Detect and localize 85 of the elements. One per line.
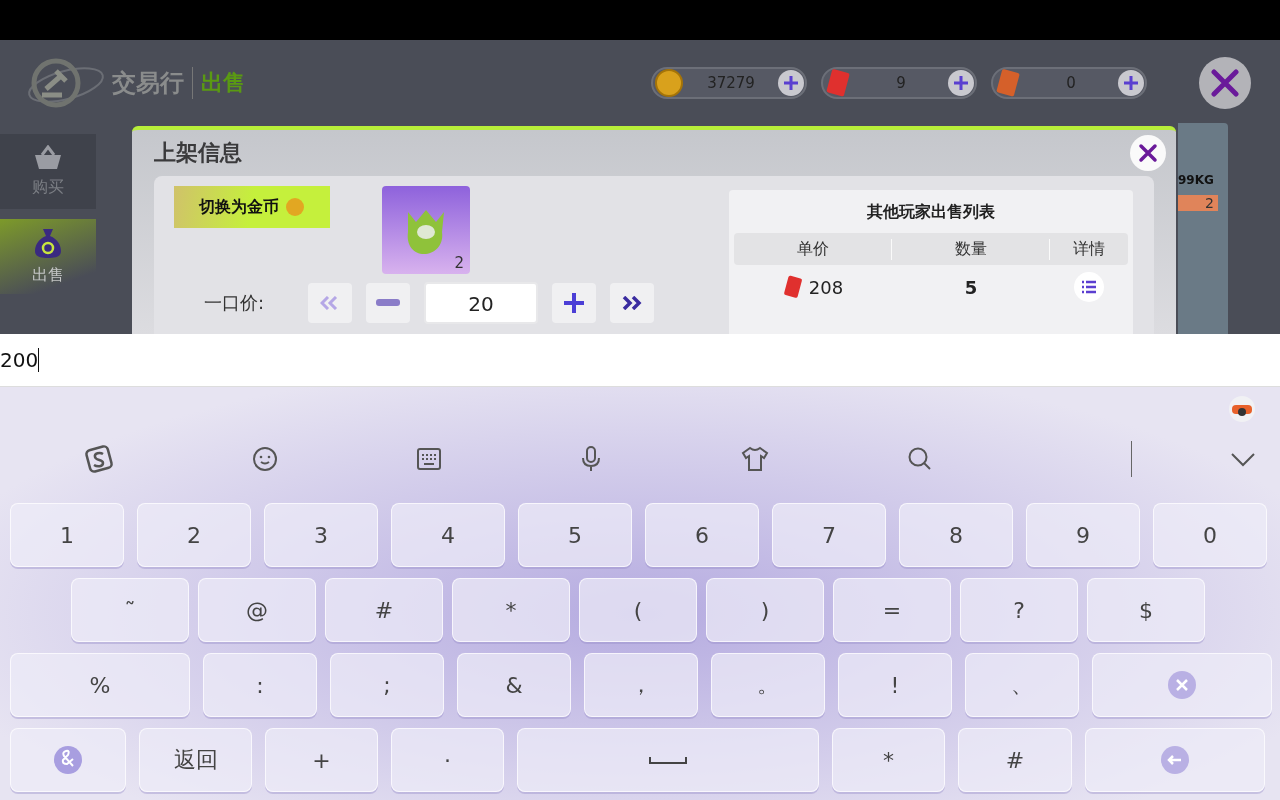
keyboard-key[interactable]: 、 xyxy=(965,653,1079,717)
keyboard-key[interactable]: ? xyxy=(960,578,1078,642)
money-bag-icon xyxy=(33,227,63,259)
keyboard-key[interactable]: ) xyxy=(706,578,824,642)
double-chevron-left-icon xyxy=(320,296,340,310)
item-card[interactable]: 2 xyxy=(382,186,470,274)
item-count: 2 xyxy=(1178,195,1218,211)
smiley-icon[interactable] xyxy=(252,446,279,472)
sidebar-tab[interactable]: 出售 xyxy=(0,219,96,294)
add-currency-button[interactable] xyxy=(948,70,974,96)
dialog-title: 上架信息 xyxy=(154,139,242,167)
keyboard-key[interactable]: 7 xyxy=(772,503,886,567)
keyboard-key[interactable]: 0 xyxy=(1153,503,1267,567)
decrease-button[interactable] xyxy=(366,283,410,323)
keyboard-key[interactable]: + xyxy=(265,728,378,792)
quantity: 5 xyxy=(964,276,978,298)
keyboard-key[interactable]: 6 xyxy=(645,503,759,567)
plus-icon xyxy=(953,75,969,91)
keyboard-key[interactable]: & xyxy=(457,653,571,717)
currency-amount: 0 xyxy=(1065,74,1077,92)
unit-price: 208 xyxy=(808,276,844,298)
plus-icon xyxy=(1123,75,1139,91)
plus-icon xyxy=(563,292,585,314)
item-weight: 99KG xyxy=(1178,173,1214,187)
close-button[interactable] xyxy=(1130,135,1166,171)
close-icon xyxy=(1211,69,1239,97)
price-label: 一口价: xyxy=(202,291,266,315)
increase-max-button[interactable] xyxy=(610,283,654,323)
column-header: 单价 xyxy=(734,238,892,260)
keyboard-key[interactable]: @ xyxy=(198,578,316,642)
keyboard-key[interactable]: ( xyxy=(579,578,697,642)
close-button[interactable] xyxy=(1199,57,1251,109)
microphone-icon[interactable] xyxy=(580,445,603,473)
keyboard-key[interactable]: 3 xyxy=(264,503,378,567)
robot-icon[interactable] xyxy=(1228,395,1256,423)
keyboard-key[interactable]: 2 xyxy=(137,503,251,567)
keyboard-key[interactable]: % xyxy=(10,653,190,717)
keyboard-key[interactable]: ˜ xyxy=(71,578,189,642)
keyboard-key[interactable]: 8 xyxy=(899,503,1013,567)
chevron-down-icon[interactable] xyxy=(1230,451,1256,467)
page-subtitle: 出售 xyxy=(201,69,245,97)
basket-icon xyxy=(33,145,63,171)
page-title: 交易行 xyxy=(112,67,193,99)
keyboard-key[interactable]: = xyxy=(833,578,951,642)
double-chevron-right-icon xyxy=(621,296,643,310)
shirt-icon[interactable] xyxy=(740,446,769,472)
add-currency-button[interactable] xyxy=(1118,70,1144,96)
coin-icon xyxy=(285,197,305,217)
currency-amount: 9 xyxy=(895,74,907,92)
search-icon[interactable] xyxy=(906,446,933,472)
currency-amount: 37279 xyxy=(706,74,756,92)
keyboard-key[interactable]: 5 xyxy=(518,503,632,567)
increase-button[interactable] xyxy=(552,283,596,323)
add-currency-button[interactable] xyxy=(778,70,804,96)
details-button[interactable] xyxy=(1074,272,1104,302)
keyboard-key[interactable]: · xyxy=(391,728,504,792)
keyboard-key[interactable]: : xyxy=(203,653,317,717)
switch-to-coin-button[interactable]: 切换为金币 xyxy=(174,186,330,228)
coin-icon xyxy=(654,68,684,98)
ampersand-icon xyxy=(53,745,83,775)
close-icon xyxy=(1138,143,1158,163)
keyboard-key[interactable]: 4 xyxy=(391,503,505,567)
delete-icon xyxy=(1167,670,1197,700)
keyboard-key[interactable]: ; xyxy=(330,653,444,717)
minus-icon xyxy=(376,299,400,307)
keyboard-key[interactable]: * xyxy=(832,728,945,792)
keyboard-key[interactable]: # xyxy=(958,728,1072,792)
keyboard-key[interactable]: ， xyxy=(584,653,698,717)
keyboard-key[interactable]: 返回 xyxy=(139,728,252,792)
listing-title: 其他玩家出售列表 xyxy=(866,201,996,223)
keyboard-key[interactable]: ! xyxy=(838,653,952,717)
space-bar-icon xyxy=(648,754,688,766)
plus-icon xyxy=(783,75,799,91)
keyboard-key[interactable]: $ xyxy=(1087,578,1205,642)
column-header: 详情 xyxy=(1072,238,1106,260)
keyboard-icon[interactable] xyxy=(416,447,443,471)
keyboard-key[interactable]: 。 xyxy=(711,653,825,717)
keyboard-key[interactable]: 9 xyxy=(1026,503,1140,567)
list-icon xyxy=(1081,280,1097,294)
keyboard-key[interactable]: 1 xyxy=(10,503,124,567)
price-field[interactable]: 20 xyxy=(424,282,538,324)
item-count: 2 xyxy=(454,254,464,272)
keyboard-key[interactable]: # xyxy=(325,578,443,642)
keyboard-key[interactable]: * xyxy=(452,578,570,642)
column-header: 数量 xyxy=(892,238,1050,260)
